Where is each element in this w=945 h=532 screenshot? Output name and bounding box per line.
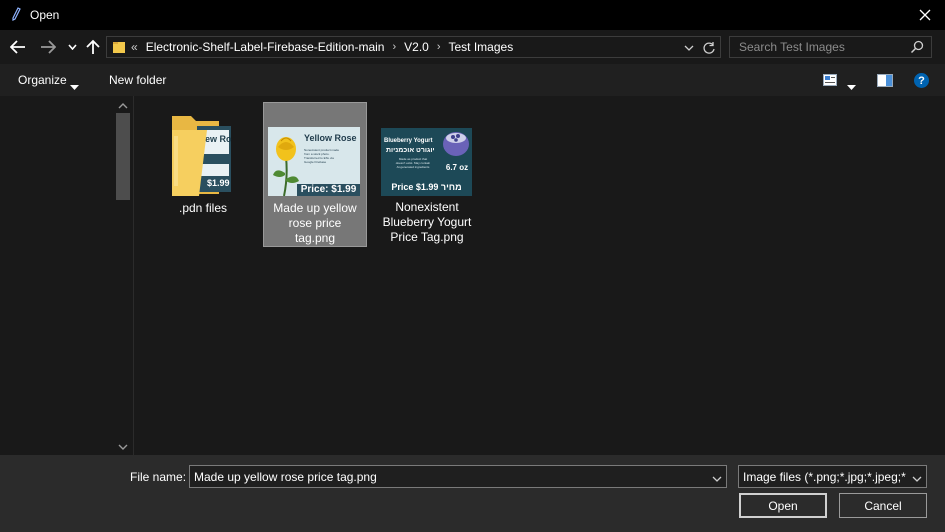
file-name-input[interactable]: Made up yellow rose price tag.png [189, 465, 727, 488]
pen-icon [11, 7, 21, 21]
file-name-value[interactable]: Made up yellow rose price tag.png [194, 470, 377, 484]
image-thumbnail: Yellow Rose Nonexistent product made fro… [268, 127, 360, 196]
file-item-folder[interactable]: ew Ro $1.99 .pdn files [151, 102, 255, 242]
scrollbar-thumb[interactable] [116, 113, 130, 200]
thumb-text-line: Google Firebase [304, 160, 327, 164]
chevron-down-icon [67, 44, 77, 50]
preview-pane-icon[interactable] [877, 74, 893, 87]
organize-caret-icon[interactable] [70, 79, 79, 93]
search-input[interactable]: Search Test Images [729, 36, 932, 58]
open-button[interactable]: Open [739, 493, 827, 518]
file-list[interactable] [134, 96, 945, 455]
window-title: Open [30, 8, 60, 22]
thumb-hebrew-title: יוגורט אוכמניות [386, 147, 435, 154]
address-history-dropdown[interactable] [681, 40, 697, 56]
breadcrumb-item[interactable]: V2.0 [404, 40, 429, 54]
up-button[interactable] [84, 37, 102, 57]
file-type-value[interactable]: Image files (*.png;*.jpg;*.jpeg;* [743, 470, 906, 484]
change-view-icon[interactable] [823, 74, 837, 86]
refresh-button[interactable] [701, 40, 717, 56]
file-name-label: .pdn files [178, 201, 228, 215]
arrow-right-icon [41, 40, 56, 54]
file-name-label: File name: [130, 470, 187, 484]
image-thumbnail: Blueberry Yogurt יוגורט אוכמניות Made as… [381, 128, 472, 196]
breadcrumb-overflow[interactable]: « [131, 40, 138, 54]
thumb-price: Price: $1.99 [297, 184, 360, 196]
breadcrumb-separator[interactable]: › [392, 41, 396, 53]
yogurt-image [441, 130, 471, 158]
chevron-down-icon[interactable] [911, 472, 923, 486]
thumb-text-line: AI-generated ingredients [396, 165, 430, 169]
thumb-text: Made as product that doesn't exist. May … [384, 157, 442, 169]
back-button[interactable] [8, 37, 28, 57]
file-type-select[interactable]: Image files (*.png;*.jpg;*.jpeg;* [738, 465, 927, 488]
new-folder-button[interactable]: New folder [109, 73, 166, 87]
folder-icon [112, 40, 126, 54]
close-button[interactable] [905, 0, 945, 30]
title-bar [0, 0, 945, 30]
breadcrumb: « Electronic-Shelf-Label-Firebase-Editio… [131, 40, 513, 54]
file-item-image[interactable]: Yellow Rose Nonexistent product made fro… [263, 102, 367, 247]
file-item-image[interactable]: Blueberry Yogurt יוגורט אוכמניות Made as… [375, 102, 479, 247]
svg-text:ew Ro: ew Ro [205, 134, 232, 144]
chevron-down-icon[interactable] [712, 472, 722, 486]
search-icon[interactable] [910, 40, 924, 54]
file-name-label: Nonexistent Blueberry Yogurt Price Tag.p… [382, 200, 472, 244]
arrow-left-icon [10, 40, 25, 54]
folder-icon: ew Ro $1.99 [169, 110, 235, 200]
recent-locations-button[interactable] [65, 40, 79, 54]
forward-button[interactable] [38, 37, 58, 57]
thumb-text: Nonexistent product made from a stock ph… [304, 148, 360, 164]
svg-text:$1.99: $1.99 [207, 178, 230, 188]
breadcrumb-separator[interactable]: › [437, 41, 441, 53]
breadcrumb-item[interactable]: Electronic-Shelf-Label-Firebase-Edition-… [146, 40, 385, 54]
thumb-price: Price $1.99 מחיר [391, 182, 462, 192]
thumb-title: Yellow Rose [304, 133, 357, 143]
address-bar[interactable]: « Electronic-Shelf-Label-Firebase-Editio… [106, 36, 721, 58]
organize-button[interactable]: Organize [18, 73, 67, 87]
search-placeholder: Search Test Images [739, 40, 845, 54]
chevron-down-icon [684, 45, 694, 51]
help-icon[interactable]: ? [914, 73, 929, 88]
close-icon [919, 9, 931, 21]
scroll-down-icon[interactable] [116, 441, 130, 451]
refresh-icon [703, 42, 715, 54]
view-options-caret-icon[interactable] [847, 79, 856, 93]
thumb-size: 6.7 oz [445, 163, 469, 172]
navigation-pane[interactable] [0, 96, 134, 455]
scroll-up-icon[interactable] [116, 100, 130, 110]
file-name-label: Made up yellow rose price tag.png [273, 201, 357, 245]
cancel-button[interactable]: Cancel [839, 493, 927, 518]
breadcrumb-item[interactable]: Test Images [449, 40, 514, 54]
arrow-up-icon [86, 39, 100, 54]
